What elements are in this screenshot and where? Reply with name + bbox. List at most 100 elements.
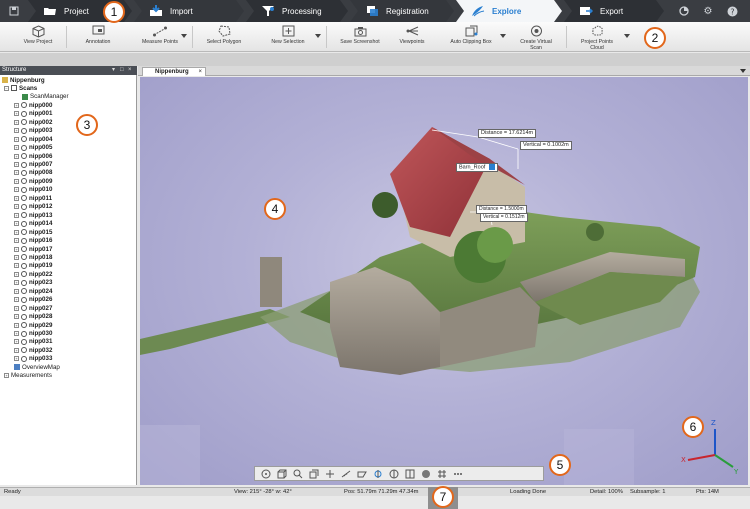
close-icon[interactable]: ×	[198, 68, 202, 76]
viewpoints-button[interactable]: Viewpoints	[392, 24, 432, 45]
tree-scan-item[interactable]: + nipp027	[14, 304, 52, 312]
tree-measurements[interactable]: + Measurements	[4, 372, 52, 380]
expand-toggle-icon[interactable]: +	[14, 331, 19, 336]
expand-toggle-icon[interactable]: +	[14, 297, 19, 303]
chevron-down-icon[interactable]	[181, 34, 187, 38]
chevron-down-icon[interactable]	[500, 34, 506, 38]
tree-scan-item[interactable]: + nipp026	[14, 296, 52, 304]
expand-toggle-icon[interactable]: +	[14, 229, 19, 235]
pin-icon[interactable]: ▾	[112, 66, 115, 75]
expand-toggle-icon[interactable]: +	[14, 187, 19, 193]
expand-toggle-icon[interactable]: +	[14, 280, 19, 286]
tree-scan-item[interactable]: + nipp023	[14, 279, 52, 287]
expand-toggle-icon[interactable]: +	[14, 322, 19, 328]
gear-icon[interactable]: ⚙	[700, 3, 716, 19]
pie-chart-icon[interactable]	[676, 3, 692, 19]
expand-toggle-icon[interactable]: +	[14, 204, 19, 210]
expand-toggle-icon[interactable]: +	[14, 102, 19, 108]
expand-toggle-icon[interactable]: +	[14, 238, 19, 244]
chevron-down-icon[interactable]	[315, 34, 321, 38]
expand-toggle-icon[interactable]: +	[14, 356, 19, 362]
expand-toggle-icon[interactable]: +	[14, 288, 19, 294]
measure-points-button[interactable]: Measure Points	[138, 24, 182, 45]
expand-toggle-icon[interactable]: +	[14, 136, 19, 142]
expand-toggle-icon[interactable]: +	[14, 195, 19, 201]
close-icon[interactable]: ×	[128, 66, 132, 75]
tree-scan-item[interactable]: + nipp010	[14, 186, 52, 194]
tree-scan-item[interactable]: + nipp024	[14, 287, 52, 295]
tab-registration[interactable]: Registration	[350, 0, 454, 22]
3d-viewport[interactable]: Z X Y Distance = 17.6214m Vertical = 0.1…	[140, 77, 748, 485]
select-polygon-button[interactable]: Select Polygon	[202, 24, 246, 45]
box-icon[interactable]	[307, 468, 321, 479]
expand-toggle-icon[interactable]: +	[14, 305, 19, 311]
tree-scan-item[interactable]: + nipp012	[14, 203, 52, 211]
tab-import[interactable]: Import	[134, 0, 244, 22]
tree-scan-item[interactable]: + nipp031	[14, 338, 52, 346]
tree-scan-item[interactable]: + nipp030	[14, 330, 52, 338]
tree-scan-item[interactable]: + nipp011	[14, 194, 52, 202]
expand-toggle-icon[interactable]: +	[14, 170, 19, 176]
expand-toggle-icon[interactable]: +	[14, 128, 19, 134]
create-virtual-scan-button[interactable]: Create Virtual Scan	[514, 24, 558, 51]
tree-scan-item[interactable]: + nipp019	[14, 262, 52, 270]
help-icon[interactable]: ?	[724, 3, 740, 19]
project-points-cloud-button[interactable]: Project Points Cloud	[574, 24, 620, 51]
grid-icon[interactable]	[435, 468, 449, 479]
barn-roof-annotation[interactable]: Barn_Roof	[456, 163, 498, 173]
tree-scan-item[interactable]: + nipp003	[14, 127, 52, 135]
tree-scan-item[interactable]: + nipp000	[14, 101, 52, 109]
expand-toggle-icon[interactable]: +	[14, 347, 19, 353]
tree-overview-map[interactable]: OverviewMap	[14, 363, 60, 371]
tree-root[interactable]: Nippenburg	[2, 76, 45, 84]
tree-scan-item[interactable]: + nipp001	[14, 110, 52, 118]
expand-toggle-icon[interactable]: +	[14, 119, 19, 125]
tree-scan-item[interactable]: + nipp028	[14, 313, 52, 321]
save-screenshot-button[interactable]: Save Screenshot	[336, 24, 384, 45]
expand-toggle-icon[interactable]: +	[14, 178, 19, 184]
tree-scan-item[interactable]: + nipp017	[14, 245, 52, 253]
tab-export[interactable]: Export	[564, 0, 664, 22]
tree-scan-item[interactable]: + nipp007	[14, 161, 52, 169]
expand-toggle-icon[interactable]: +	[14, 111, 19, 117]
tree-scan-item[interactable]: + nipp009	[14, 177, 52, 185]
expand-toggle-icon[interactable]: +	[14, 263, 19, 269]
chevron-down-icon[interactable]	[740, 69, 746, 73]
scan-position-icon[interactable]	[371, 468, 385, 479]
color-mode-icon[interactable]	[419, 468, 433, 479]
tree-scan-manager[interactable]: ScanManager	[22, 93, 69, 101]
tree-scan-item[interactable]: + nipp006	[14, 152, 52, 160]
tree-scan-item[interactable]: + nipp032	[14, 346, 52, 354]
tree-scan-item[interactable]: + nipp004	[14, 135, 52, 143]
tree-scan-item[interactable]: + nipp008	[14, 169, 52, 177]
annotation-button[interactable]: Annotation	[80, 24, 116, 45]
new-selection-button[interactable]: New Selection	[266, 24, 310, 45]
tree-scan-item[interactable]: + nipp015	[14, 228, 52, 236]
tab-processing[interactable]: Processing	[246, 0, 348, 22]
expand-toggle-icon[interactable]: +	[14, 145, 19, 151]
cut-icon[interactable]	[355, 468, 369, 479]
tree-scan-item[interactable]: + nipp002	[14, 118, 52, 126]
auto-clipping-box-button[interactable]: Auto Clipping Box	[446, 24, 496, 45]
expand-toggle-icon[interactable]: +	[4, 373, 9, 379]
tree-scan-item[interactable]: + nipp014	[14, 220, 52, 228]
expand-toggle-icon[interactable]: +	[14, 246, 19, 252]
expand-toggle-icon[interactable]: +	[14, 271, 19, 277]
tree-scan-item[interactable]: + nipp022	[14, 270, 52, 278]
expand-toggle-icon[interactable]: +	[14, 254, 19, 260]
expand-toggle-icon[interactable]: −	[4, 85, 9, 91]
more-icon[interactable]	[451, 468, 465, 479]
measure-tool-icon[interactable]	[339, 468, 353, 479]
tree-scan-item[interactable]: + nipp016	[14, 237, 52, 245]
expand-toggle-icon[interactable]: +	[14, 339, 19, 345]
expand-toggle-icon[interactable]: +	[14, 221, 19, 227]
view-cube-icon[interactable]	[275, 468, 289, 479]
expand-toggle-icon[interactable]: +	[14, 314, 19, 320]
layers-icon[interactable]	[387, 468, 401, 479]
clip-icon[interactable]	[323, 468, 337, 479]
tab-nippenburg[interactable]: Nippenburg ×	[142, 67, 206, 76]
tree-scan-item[interactable]: + nipp029	[14, 321, 52, 329]
orbit-icon[interactable]	[259, 468, 273, 479]
save-icon[interactable]	[6, 3, 22, 19]
tree-scans-folder[interactable]: − Scans	[4, 84, 37, 92]
